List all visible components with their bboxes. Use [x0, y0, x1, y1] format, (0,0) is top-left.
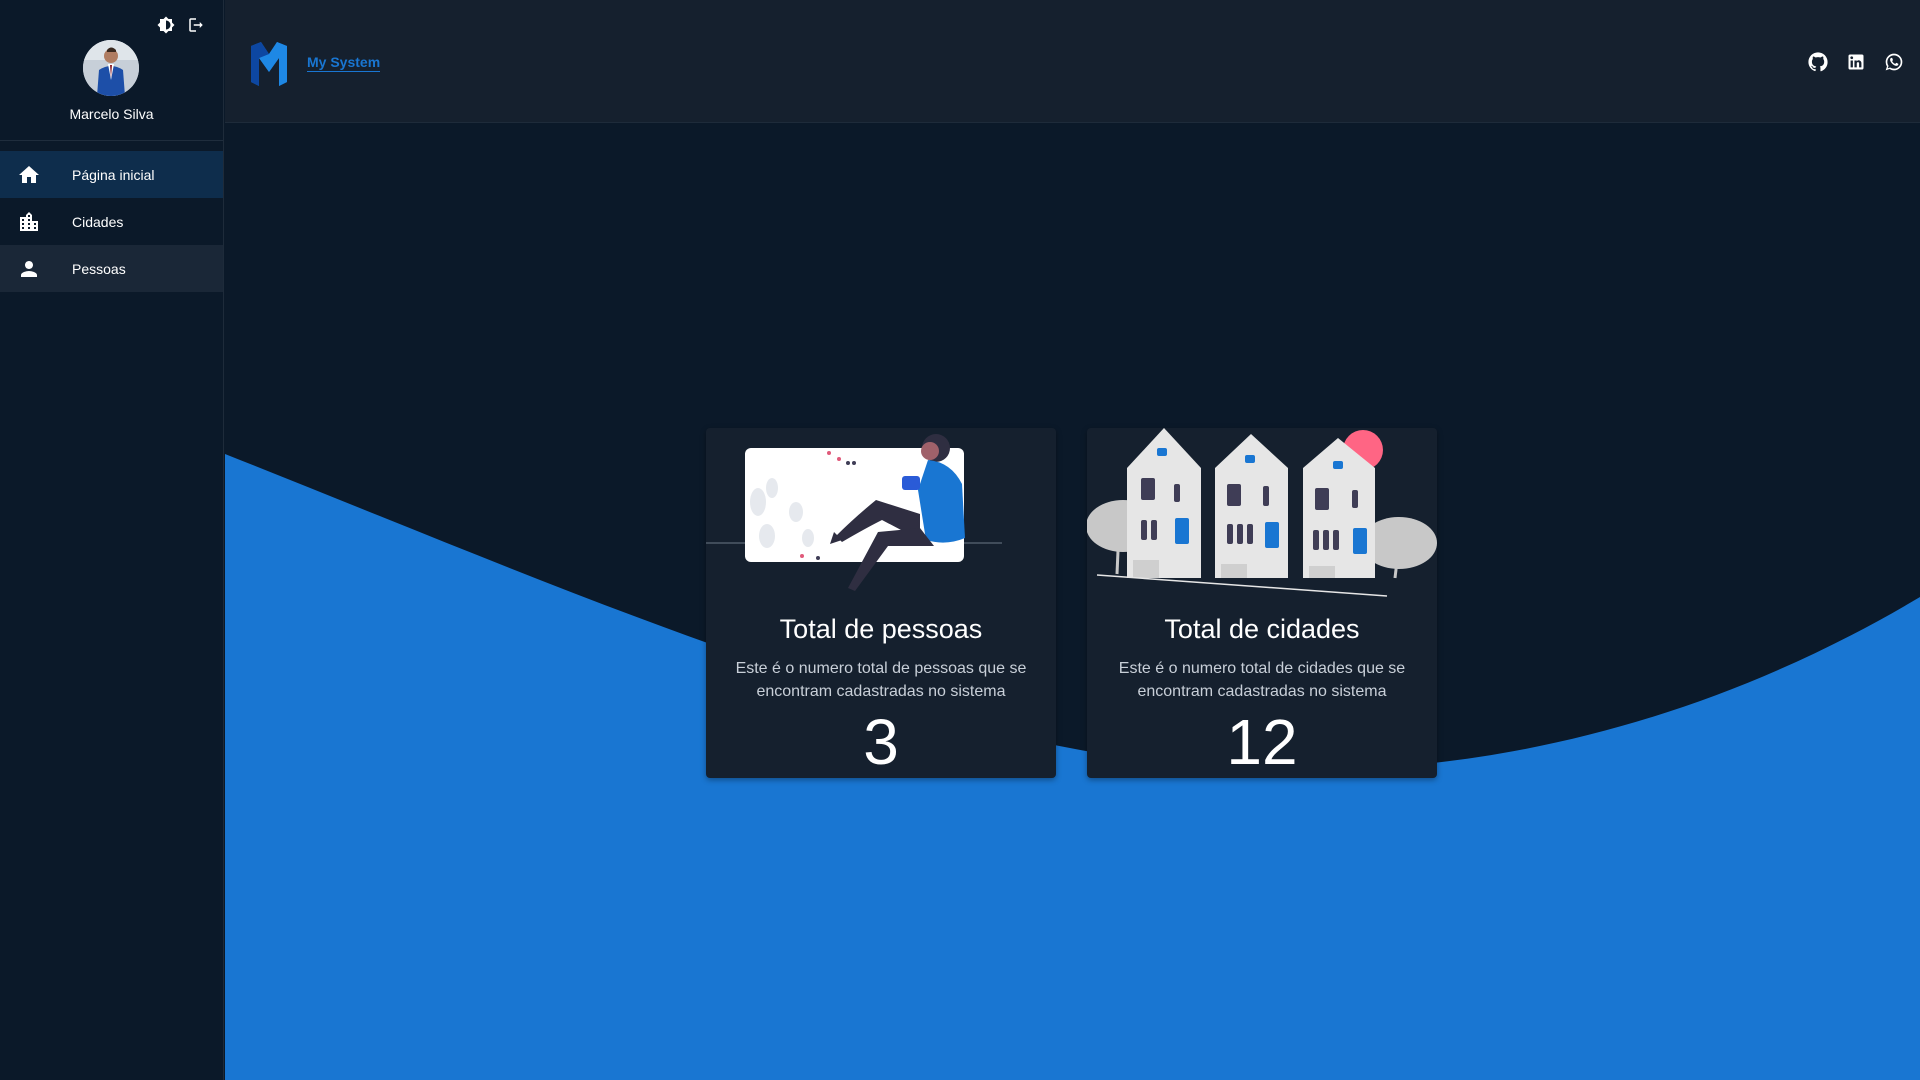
sidebar-item-label: Pessoas	[72, 260, 126, 277]
profile-section: Marcelo Silva	[0, 0, 223, 141]
github-icon[interactable]	[1808, 52, 1828, 72]
home-icon	[17, 163, 41, 187]
sidebar-item-cidades[interactable]: Cidades	[0, 198, 223, 245]
sidebar-actions	[157, 16, 205, 34]
total-cities-value: 12	[1226, 706, 1298, 778]
brightness-icon[interactable]	[157, 16, 175, 34]
sidebar-item-label: Página inicial	[72, 166, 155, 183]
user-name: Marcelo Silva	[69, 106, 154, 122]
main-content: Total de pessoas Este é o numero total d…	[225, 123, 1920, 1080]
background-wave	[225, 454, 1920, 1080]
brand-link[interactable]: My System	[307, 54, 381, 72]
logout-icon[interactable]	[187, 16, 205, 34]
whatsapp-icon[interactable]	[1884, 52, 1904, 72]
sidebar-nav: Página inicial Cidades Pessoas	[0, 141, 223, 292]
city-icon	[17, 210, 41, 234]
total-cities-card: Total de cidades Este é o numero total d…	[1087, 428, 1437, 778]
sidebar-item-pessoas[interactable]: Pessoas	[0, 245, 223, 292]
avatar	[83, 40, 139, 96]
houses-illustration	[1087, 428, 1437, 603]
card-description: Este é o numero total de pessoas que se …	[735, 660, 1027, 700]
sidebar: Marcelo Silva Página inicial Cidades Pes…	[0, 0, 224, 1080]
person-icon	[17, 257, 41, 281]
total-people-card: Total de pessoas Este é o numero total d…	[706, 428, 1056, 778]
sidebar-item-home[interactable]: Página inicial	[0, 151, 223, 198]
linkedin-icon[interactable]	[1846, 52, 1866, 72]
top-bar: My System	[225, 0, 1920, 123]
card-description: Este é o numero total de cidades que se …	[1118, 660, 1406, 700]
person-reading-illustration	[706, 428, 1056, 603]
card-title: Total de cidades	[1164, 614, 1360, 644]
social-links	[1808, 52, 1904, 72]
logo-icon[interactable]	[251, 42, 287, 86]
sidebar-item-label: Cidades	[72, 213, 124, 230]
total-people-value: 3	[863, 706, 899, 778]
card-title: Total de pessoas	[779, 614, 983, 644]
app-root: Marcelo Silva Página inicial Cidades Pes…	[0, 0, 1920, 1080]
